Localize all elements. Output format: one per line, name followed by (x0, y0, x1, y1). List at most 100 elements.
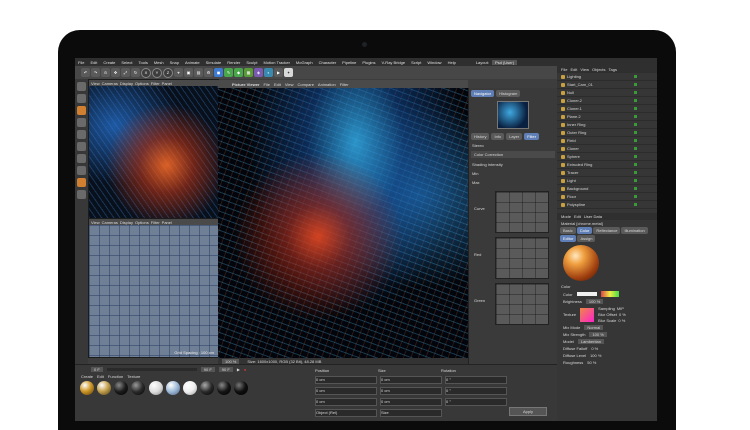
pv-menu-filter[interactable]: Filter (340, 82, 349, 87)
size-y-field[interactable]: 0 cm (380, 387, 442, 395)
menu-create[interactable]: Create (100, 60, 118, 65)
make-editable-icon[interactable] (77, 82, 86, 91)
layout-dropdown[interactable]: Psd (User) (491, 59, 518, 65)
material-swatch[interactable] (217, 381, 231, 395)
material-swatch[interactable] (80, 381, 94, 395)
timeline-start-field[interactable]: 0 F (91, 367, 103, 372)
timeline-end-field[interactable]: 90 F (200, 367, 215, 372)
material-swatch[interactable] (182, 381, 197, 395)
menu-plugins[interactable]: Plugins (359, 60, 378, 65)
texture-thumbnail[interactable] (580, 307, 595, 322)
pv-menu-animation[interactable]: Animation (318, 82, 336, 87)
polygons-mode-icon[interactable] (77, 154, 86, 163)
om-menu-tags[interactable]: Tags (609, 67, 617, 72)
attr-tab-assign[interactable]: Assign (577, 235, 596, 242)
menu-edit[interactable]: Edit (87, 60, 100, 65)
tab-info[interactable]: Info (491, 133, 505, 140)
object-row[interactable]: Lighting (557, 73, 657, 81)
vp-tab-options[interactable]: Options (135, 81, 149, 86)
blur-scale-value[interactable]: 0 % (618, 318, 625, 323)
attr-tab-editor[interactable]: Editor (560, 235, 577, 242)
scale-icon[interactable]: ⤢ (121, 68, 130, 77)
render-view-icon[interactable]: ▣ (184, 68, 193, 77)
menu-motion-tracker[interactable]: Motion Tracker (260, 60, 292, 65)
menu-tools[interactable]: Tools (136, 60, 151, 65)
green-curve-graph[interactable]: Green (474, 283, 549, 325)
red-curve-graph[interactable]: Red (474, 237, 549, 279)
menu-mesh[interactable]: Mesh (151, 60, 167, 65)
material-swatch[interactable] (114, 381, 129, 395)
om-menu-edit[interactable]: Edit (570, 67, 577, 72)
tab-history[interactable]: History (471, 133, 490, 140)
pv-menu-edit[interactable]: Edit (274, 82, 281, 87)
tab-layer[interactable]: Layer (506, 133, 523, 140)
mix-mode-dropdown[interactable]: Normal (584, 325, 604, 330)
render-picture-viewer-icon[interactable]: ▤ (194, 68, 203, 77)
visibility-check-icon[interactable] (634, 99, 637, 102)
visibility-check-icon[interactable] (634, 75, 637, 78)
object-row[interactable]: Inner Ring (557, 121, 657, 129)
snap-icon[interactable] (77, 178, 86, 187)
z-axis-icon[interactable]: Z (163, 67, 173, 78)
material-swatch[interactable] (165, 381, 180, 395)
color-swatch[interactable] (576, 292, 597, 296)
visibility-check-icon[interactable] (634, 131, 637, 134)
position-z-field[interactable]: 0 cm (315, 398, 377, 406)
array-icon[interactable]: ▦ (244, 68, 253, 77)
material-swatch[interactable] (148, 381, 163, 395)
camera-icon[interactable]: ▶ (274, 68, 283, 77)
menu-pipeline[interactable]: Pipeline (339, 60, 359, 65)
menu-snap[interactable]: Snap (167, 60, 182, 65)
menu-vray-bridge[interactable]: V-Ray Bridge (379, 60, 409, 65)
mix-strength-field[interactable]: 100 % (589, 332, 607, 337)
menu-window[interactable]: Window (424, 60, 444, 65)
menu-sculpt[interactable]: Sculpt (243, 60, 260, 65)
object-row[interactable]: Null (557, 89, 657, 97)
visibility-check-icon[interactable] (634, 187, 637, 190)
object-row[interactable]: Start_Cam_01 (557, 81, 657, 89)
position-x-field[interactable]: 0 cm (315, 376, 377, 384)
visibility-check-icon[interactable] (634, 147, 637, 150)
vp-tab-view[interactable]: View (91, 220, 100, 225)
navigator-thumbnail[interactable] (497, 101, 529, 129)
visibility-check-icon[interactable] (634, 83, 637, 86)
attr-tab-illumination[interactable]: Illumination (621, 227, 648, 234)
render-settings-icon[interactable]: ⚙ (204, 68, 213, 77)
material-swatch[interactable] (234, 381, 249, 395)
object-row[interactable]: Cloner.2 (557, 97, 657, 105)
vp-tab-cameras[interactable]: Cameras (102, 81, 118, 86)
blur-offset-value[interactable]: 0 % (619, 312, 626, 317)
visibility-check-icon[interactable] (634, 91, 637, 94)
pv-menu-file[interactable]: File (264, 82, 270, 87)
vp-tab-panel[interactable]: Panel (162, 220, 172, 225)
attr-tab-color[interactable]: Color (576, 227, 593, 234)
om-menu-file[interactable]: File (561, 67, 567, 72)
menu-character[interactable]: Character (316, 60, 340, 65)
menu-select[interactable]: Select (118, 60, 135, 65)
apply-button[interactable]: Apply (509, 407, 547, 416)
vp-tab-view[interactable]: View (91, 81, 100, 86)
rotation-p-field[interactable]: 0 ° (445, 387, 507, 395)
cube-icon[interactable]: ◼ (214, 68, 223, 77)
color-picker-spectrum[interactable] (600, 291, 619, 297)
vp-tab-filter[interactable]: Filter (151, 81, 160, 86)
attr-menu-user-data[interactable]: User Data (584, 214, 602, 219)
visibility-check-icon[interactable] (634, 139, 637, 142)
object-row[interactable]: Polyspline (557, 201, 657, 209)
diffuse-falloff-field[interactable]: 0 % (591, 346, 598, 351)
edges-mode-icon[interactable] (77, 142, 86, 151)
visibility-check-icon[interactable] (634, 163, 637, 166)
object-row[interactable]: Background (557, 185, 657, 193)
menu-script[interactable]: Script (408, 60, 424, 65)
lock-workplane-icon[interactable] (77, 190, 86, 199)
move-icon[interactable]: ✥ (111, 68, 120, 77)
visibility-check-icon[interactable] (634, 107, 637, 110)
viewport-perspective[interactable]: View Cameras Display Options Filter Pane… (88, 79, 219, 219)
color-correction-header[interactable]: Color Correction (471, 151, 555, 158)
visibility-check-icon[interactable] (634, 171, 637, 174)
object-row[interactable]: Light (557, 177, 657, 185)
visibility-check-icon[interactable] (634, 115, 637, 118)
deformer-icon[interactable]: ◈ (254, 68, 263, 77)
object-row[interactable]: Field (557, 137, 657, 145)
timeline-current-field[interactable]: 90 F (218, 367, 233, 372)
